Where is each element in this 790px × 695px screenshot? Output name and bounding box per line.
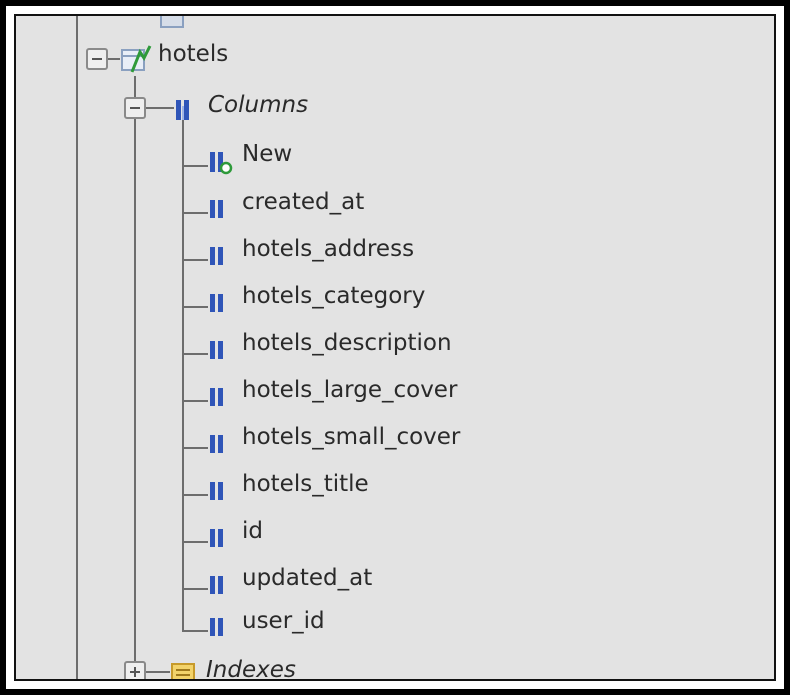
indexes-expand-button[interactable] [124,661,146,679]
indexes-group-label[interactable]: Indexes [206,656,296,679]
tree-connector [182,630,208,632]
column-icon [208,292,226,314]
column-label: hotels_large_cover [242,377,458,403]
tree-connector [108,58,120,60]
column-label: id [242,518,263,544]
tree-connector [182,306,208,308]
screenshot-frame: hotels Columns New created_at hotels_add… [0,0,790,695]
column-label: hotels_title [242,471,369,497]
column-label: created_at [242,189,365,215]
tree-guide-line [182,120,184,630]
tree-connector [182,494,208,496]
column-label: hotels_category [242,283,426,309]
columns-group-label[interactable]: Columns [208,91,308,119]
tree-connector [182,212,208,214]
columns-icon [174,96,198,122]
table-icon [120,44,152,74]
tree-connector [182,165,208,167]
column-label: hotels_address [242,236,415,262]
column-label: updated_at [242,565,373,591]
indexes-icon [170,660,198,679]
tree-connector [146,107,174,109]
column-icon [208,339,226,361]
table-label-hotels[interactable]: hotels [158,40,228,68]
column-icon [208,245,226,267]
tree-connector [182,400,208,402]
object-tree-panel: hotels Columns New created_at hotels_add… [14,14,776,681]
tree-connector [182,447,208,449]
column-label: New [242,141,293,167]
column-icon [208,480,226,502]
column-icon [208,433,226,455]
tree-connector [146,671,170,673]
column-icon [208,198,226,220]
column-icon [208,386,226,408]
tree-guide-line [76,16,78,679]
column-label: user_id [242,608,325,634]
columns-collapse-button[interactable] [124,97,146,119]
tree-guide-line [134,76,136,679]
tree-connector [182,259,208,261]
new-column-icon [208,148,234,176]
column-label: hotels_description [242,330,452,356]
tree-connector [182,353,208,355]
previous-node-icon [160,16,184,28]
hotels-collapse-button[interactable] [86,48,108,70]
column-icon [208,574,226,596]
column-icon [208,527,226,549]
tree-connector [182,541,208,543]
column-icon [208,616,226,638]
tree-connector [182,588,208,590]
column-label: hotels_small_cover [242,424,461,450]
